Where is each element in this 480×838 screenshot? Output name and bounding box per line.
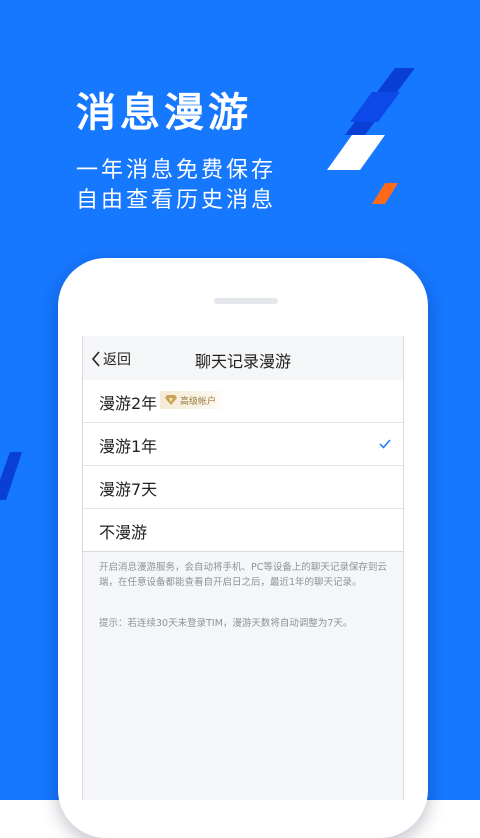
option-roam-7-days[interactable]: 漫游7天 [83, 466, 403, 509]
diamond-icon [165, 395, 177, 405]
option-label: 漫游1年 [99, 437, 158, 456]
stripe-white [327, 135, 385, 170]
roaming-tip: 提示：若连续30天未登录TIM，漫游天数将自动调整为7天。 [99, 618, 353, 629]
navigation-bar: 返回 聊天记录漫游 [83, 336, 403, 381]
page-title: 聊天记录漫游 [194, 352, 291, 371]
stripe-left [0, 452, 22, 500]
option-roam-1-year[interactable]: 漫游1年 [83, 423, 403, 466]
hero-subtitle-2: 自由查看历史消息 [76, 188, 277, 213]
option-no-roaming[interactable]: 不漫游 [83, 509, 403, 552]
checkmark-icon [379, 439, 391, 449]
badge-label: 高级帐户 [180, 396, 217, 407]
roaming-description: 开启消息漫游服务，会自动将手机、PC等设备上的聊天记录保存到云端，在任意设备都能… [99, 562, 387, 588]
stripe-dark-2 [350, 92, 400, 122]
premium-account-badge: 高级帐户 [160, 391, 226, 409]
phone-screen: 返回 聊天记录漫游 漫游2年 高级帐户 漫游1年 漫游7天 不漫游 开启消息漫游… [82, 336, 404, 800]
option-label: 不漫游 [99, 523, 148, 542]
roaming-options-list: 漫游2年 高级帐户 漫游1年 漫游7天 不漫游 [83, 380, 403, 552]
option-roam-2-years[interactable]: 漫游2年 高级帐户 [83, 380, 403, 423]
hero-subtitle-1: 一年消息免费保存 [76, 158, 277, 183]
option-label: 漫游7天 [99, 480, 158, 499]
hero-title: 消息漫游 [76, 90, 252, 136]
stripe-orange [372, 183, 398, 204]
option-label: 漫游2年 [99, 394, 158, 413]
phone-speaker [214, 298, 278, 304]
